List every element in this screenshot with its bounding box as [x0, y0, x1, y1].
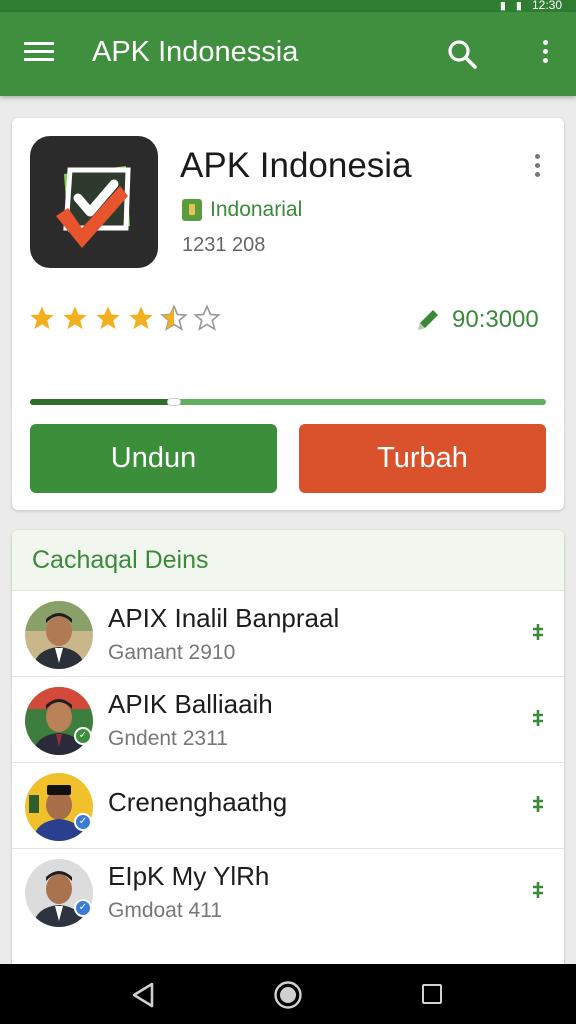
download-progress-bar[interactable] — [30, 398, 546, 406]
app-details-card: APK Indonesia Indonarial 1231 208 90:300… — [12, 118, 564, 510]
list-item-title: Crenenghaathg — [108, 787, 288, 817]
back-icon[interactable] — [130, 981, 156, 1009]
pencil-icon[interactable] — [414, 306, 442, 334]
download-button[interactable]: Undun — [30, 424, 277, 493]
menu-icon[interactable] — [24, 42, 54, 66]
star-empty-icon — [193, 304, 221, 331]
list-item-subtitle: Gmdoat 411 — [108, 899, 223, 922]
avatar — [25, 601, 93, 669]
star-half-icon — [160, 304, 188, 331]
add-icon[interactable] — [530, 880, 546, 900]
app-name: APK Indonesia — [180, 146, 412, 185]
app-icon — [30, 136, 158, 268]
app-bar-title: APK Indonessia — [92, 36, 299, 68]
publisher-badge-icon — [182, 199, 202, 221]
add-icon[interactable] — [530, 708, 546, 728]
list-item[interactable]: ✓ EIpK My YlRh Gmdoat 411 — [12, 848, 564, 934]
publisher-name[interactable]: Indonarial — [210, 198, 302, 222]
star-rating[interactable] — [28, 304, 221, 332]
verified-badge-icon: ✓ — [74, 813, 92, 831]
progress-knob[interactable] — [167, 398, 182, 406]
status-bar: ▮ ▮ 12:30 — [0, 0, 576, 12]
list-item-title: EIpK My YlRh — [108, 861, 270, 891]
star-full-icon — [96, 306, 120, 330]
list-item-title: APIX Inalil Banpraal — [108, 603, 340, 633]
section-header: Cachaqal Deins — [12, 530, 564, 590]
star-full-icon — [63, 306, 87, 330]
home-icon[interactable] — [272, 979, 304, 1011]
more-vert-icon[interactable] — [538, 40, 552, 70]
system-nav-bar — [0, 964, 576, 1024]
status-time: 12:30 — [531, 0, 562, 12]
add-icon[interactable] — [530, 622, 546, 642]
list-item-subtitle: Gamant 2910 — [108, 641, 236, 664]
list-item-title: APIK Balliaaih — [108, 689, 273, 719]
section-title: Cachaqal Deins — [32, 546, 209, 574]
add-icon[interactable] — [530, 794, 546, 814]
list-item[interactable]: ✓ Crenenghaathg — [12, 762, 564, 848]
card-more-icon[interactable] — [532, 154, 542, 184]
list-item-subtitle: Gndent 2311 — [108, 727, 228, 750]
progress-fill — [30, 399, 175, 405]
recent-apps-icon[interactable] — [422, 984, 442, 1004]
verified-badge-icon: ✓ — [74, 899, 92, 917]
star-full-icon — [129, 306, 153, 330]
signal-icon: ▮ — [499, 0, 506, 12]
edit-value: 90:3000 — [452, 306, 539, 333]
list-item[interactable]: APIX Inalil Banpraal Gamant 2910 — [12, 590, 564, 676]
related-list-card: Cachaqal Deins APIX Inalil Banpraal Gama… — [12, 530, 564, 966]
battery-icon: ▮ — [515, 0, 522, 12]
star-full-icon — [30, 306, 54, 330]
verified-badge-icon: ✓ — [74, 727, 92, 745]
app-bar: APK Indonessia — [0, 12, 576, 96]
add-button[interactable]: Turbah — [299, 424, 546, 493]
search-icon[interactable] — [446, 38, 478, 70]
download-count: 1231 208 — [182, 234, 266, 256]
list-item[interactable]: ✓ APIK Balliaaih Gndent 2311 — [12, 676, 564, 762]
